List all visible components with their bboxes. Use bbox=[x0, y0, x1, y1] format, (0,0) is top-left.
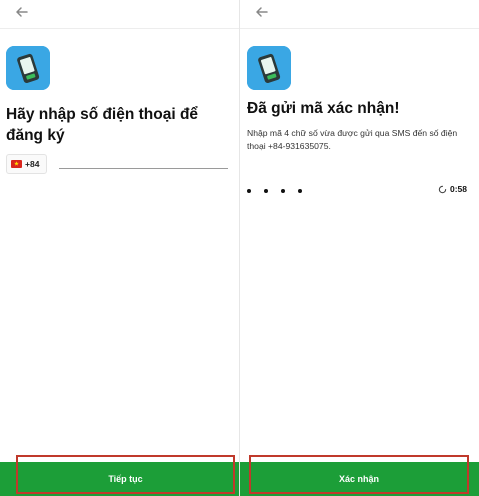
page-title: Hãy nhập số điện thoại để đăng ký bbox=[6, 106, 199, 144]
otp-digit-dot bbox=[264, 189, 268, 193]
otp-digit-dot bbox=[281, 189, 285, 193]
page-title: Đã gửi mã xác nhận! bbox=[247, 100, 400, 117]
phone-entry-screen: Hãy nhập số điện thoại để đăng ký +84 Ti… bbox=[0, 0, 239, 496]
top-bar bbox=[240, 0, 479, 29]
country-code-label: +84 bbox=[25, 159, 40, 169]
phone-app-icon bbox=[6, 46, 50, 90]
continue-button[interactable]: Tiếp tục bbox=[16, 455, 235, 494]
vietnam-flag-icon bbox=[11, 160, 22, 168]
otp-digit-dot bbox=[247, 189, 251, 193]
timer-countdown: 0:58 bbox=[450, 184, 468, 194]
otp-instructions: Nhập mã 4 chữ số vừa được gửi qua SMS đế… bbox=[247, 128, 458, 151]
phone-number-input[interactable] bbox=[59, 150, 228, 167]
otp-confirm-screen: Đã gửi mã xác nhận! Nhập mã 4 chữ số vừa… bbox=[240, 0, 479, 496]
confirm-button[interactable]: Xác nhận bbox=[249, 455, 469, 494]
phone-app-icon bbox=[247, 46, 291, 90]
timer-icon bbox=[438, 185, 447, 194]
country-code-selector[interactable]: +84 bbox=[6, 154, 47, 174]
top-bar bbox=[0, 0, 239, 29]
back-arrow-icon[interactable] bbox=[12, 2, 32, 22]
otp-code-input[interactable] bbox=[247, 186, 307, 196]
resend-timer: 0:58 bbox=[438, 184, 474, 196]
phone-input-underline bbox=[59, 168, 228, 169]
otp-digit-dot bbox=[298, 189, 302, 193]
back-arrow-icon[interactable] bbox=[252, 2, 272, 22]
